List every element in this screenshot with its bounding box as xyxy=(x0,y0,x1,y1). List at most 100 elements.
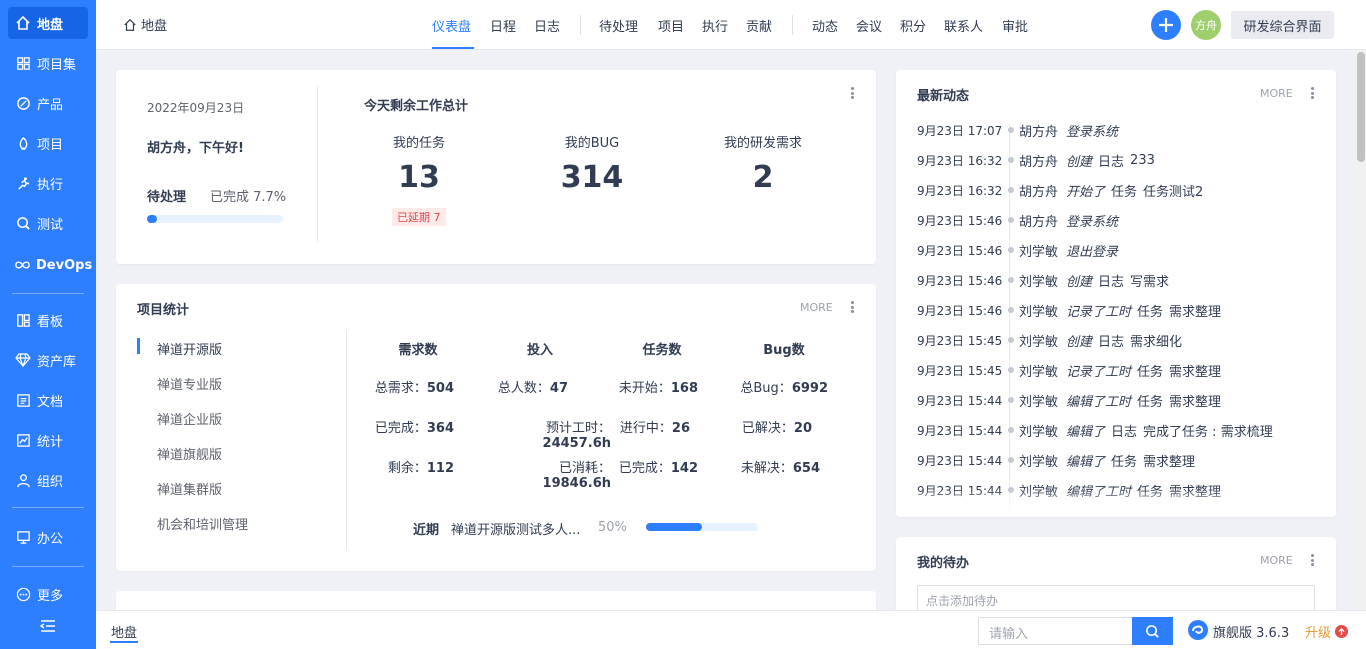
card-menu-icon[interactable] xyxy=(1307,552,1317,568)
sidebar-item-kanban[interactable]: 看板 xyxy=(8,304,88,336)
timeline-dot xyxy=(1008,277,1014,283)
dynamics-object-link[interactable]: 需求整理 xyxy=(1143,451,1195,470)
upgrade-label: 升级 xyxy=(1305,626,1332,641)
dynamics-row: 9月23日 15:44 刘学敏编辑了工时任务需求整理 xyxy=(917,390,1336,410)
dynamics-action: 登录系统 xyxy=(1066,214,1119,230)
dynamics-object-type: 日志 xyxy=(1098,274,1125,290)
tab-approval[interactable]: 审批 xyxy=(1002,16,1028,35)
stat-cell: 已解决：20 xyxy=(741,421,812,436)
tab-project[interactable]: 项目 xyxy=(658,16,684,35)
project-icon xyxy=(14,134,32,152)
tab-points[interactable]: 积分 xyxy=(900,16,926,35)
sidebar-item-label: 产品 xyxy=(37,97,64,113)
recent-execution-link[interactable]: 禅道开源版测试多人... xyxy=(451,519,580,538)
avatar[interactable]: 方舟 xyxy=(1191,10,1221,40)
tab-calendar[interactable]: 日程 xyxy=(490,16,516,35)
sidebar-item-devops[interactable]: DevOps xyxy=(8,249,92,281)
user-icon xyxy=(14,471,32,489)
page-scrollbar[interactable] xyxy=(1356,50,1366,610)
dynamics-user: 刘学敏 xyxy=(1019,454,1059,470)
dynamics-user: 刘学敏 xyxy=(1019,424,1059,440)
recent-progress-bar xyxy=(646,523,758,531)
footer-breadcrumb[interactable]: 地盘 xyxy=(111,622,137,641)
welcome-divider xyxy=(317,86,318,242)
dynamics-row: 9月23日 15:44 刘学敏 编辑了 任务 需求整理 xyxy=(917,450,1336,470)
tab-meeting[interactable]: 会议 xyxy=(856,16,882,35)
dynamics-user: 胡方舟 xyxy=(1019,184,1059,200)
scrollbar-thumb[interactable] xyxy=(1357,52,1365,162)
create-button[interactable] xyxy=(1151,10,1181,40)
dynamics-action: 登录系统 xyxy=(1066,124,1119,140)
project-item[interactable]: 禅道旗舰版 xyxy=(157,444,222,463)
dynamics-action: 创建 xyxy=(1066,274,1093,290)
dynamics-time: 9月23日 15:46 xyxy=(917,213,1003,228)
card-menu-icon[interactable] xyxy=(847,85,857,101)
sidebar-item-label: 地盘 xyxy=(37,17,64,33)
search-input[interactable]: 请输入 xyxy=(978,617,1133,645)
delayed-badge[interactable]: 已延期 7 xyxy=(392,208,446,226)
dynamics-object-type: 日志 xyxy=(1111,424,1138,440)
dynamics-object-link[interactable]: 任务测试2 xyxy=(1143,181,1203,200)
dynamics-object-link[interactable]: 233 xyxy=(1130,153,1155,168)
summary-title: 今天剩余工作总计 xyxy=(364,99,469,114)
tab-pending[interactable]: 待处理 xyxy=(599,16,638,35)
my-tasks-count[interactable]: 13 xyxy=(359,160,479,195)
sidebar-item-project[interactable]: 项目 xyxy=(8,127,88,159)
dynamics-time: 9月23日 15:44 xyxy=(917,453,1003,468)
tab-contacts[interactable]: 联系人 xyxy=(944,16,983,35)
sidebar-item-label: 看板 xyxy=(37,314,64,330)
dynamics-user: 刘学敏 xyxy=(1019,304,1059,320)
sidebar-item-doc[interactable]: 文档 xyxy=(8,384,88,416)
more-link[interactable]: MORE xyxy=(1260,554,1293,567)
dynamics-object-link[interactable]: 完成了任务 : 需求梳理 xyxy=(1143,421,1273,440)
sidebar-item-org[interactable]: 组织 xyxy=(8,464,88,496)
home-icon xyxy=(124,18,136,31)
project-item[interactable]: 禅道开源版 xyxy=(157,339,222,358)
dynamics-object-type: 任务 xyxy=(1137,304,1164,320)
sidebar-item-test[interactable]: 测试 xyxy=(8,207,88,239)
recent-label: 近期 xyxy=(413,523,440,538)
search-button[interactable] xyxy=(1132,617,1173,645)
sidebar-item-program[interactable]: 项目集 xyxy=(8,47,88,79)
sidebar-item-stats[interactable]: 统计 xyxy=(8,424,88,456)
sidebar-item-product[interactable]: 产品 xyxy=(8,87,88,119)
more-link[interactable]: MORE xyxy=(800,301,833,314)
project-item[interactable]: 禅道集群版 xyxy=(157,479,222,498)
ui-switch-button[interactable]: 研发综合界面 xyxy=(1231,11,1334,39)
project-item[interactable]: 机会和培训管理 xyxy=(157,514,248,533)
collapse-menu-icon[interactable] xyxy=(38,616,58,636)
more-link[interactable]: MORE xyxy=(1260,87,1293,100)
my-stories-count[interactable]: 2 xyxy=(703,160,823,195)
dynamics-time: 9月23日 15:44 xyxy=(917,393,1003,408)
tab-execution[interactable]: 执行 xyxy=(702,16,728,35)
dynamics-object-link[interactable]: 写需求 xyxy=(1130,271,1169,290)
project-item[interactable]: 禅道专业版 xyxy=(157,374,222,393)
card-menu-icon[interactable] xyxy=(847,299,857,315)
dynamics-object-type: 日志 xyxy=(1098,334,1125,350)
timeline-dot xyxy=(1008,397,1014,403)
diamond-icon xyxy=(14,351,32,369)
sidebar-divider xyxy=(12,566,84,567)
dynamics-object-link[interactable]: 需求整理 xyxy=(1169,361,1221,380)
dynamics-object-link[interactable]: 需求整理 xyxy=(1169,391,1221,410)
dynamics-object-link[interactable]: 需求细化 xyxy=(1130,331,1182,350)
sidebar-item-execution[interactable]: 执行 xyxy=(8,167,88,199)
welcome-card: 2022年09月23日 胡方舟，下午好! 待处理 已完成 7.7% 今天剩余工作… xyxy=(116,70,876,264)
breadcrumb[interactable]: 地盘 xyxy=(123,15,167,34)
tab-dynamics[interactable]: 动态 xyxy=(812,16,838,35)
card-menu-icon[interactable] xyxy=(1307,85,1317,101)
upgrade-button[interactable]: 升级 xyxy=(1305,622,1349,641)
sidebar-item-assets[interactable]: 资产库 xyxy=(8,344,88,376)
timeline-dot xyxy=(1008,337,1014,343)
project-item[interactable]: 禅道企业版 xyxy=(157,409,222,428)
tab-contribution[interactable]: 贡献 xyxy=(746,16,772,35)
sidebar-item-office[interactable]: 办公 xyxy=(8,521,88,553)
sidebar-item-dashboard[interactable]: 地盘 xyxy=(8,7,88,39)
my-bugs-count[interactable]: 314 xyxy=(532,160,652,195)
column-header-investment: 投入 xyxy=(526,343,553,358)
tab-log[interactable]: 日志 xyxy=(534,16,560,35)
timeline-dot xyxy=(1008,217,1014,223)
tab-dashboard[interactable]: 仪表盘 xyxy=(432,16,471,35)
dynamics-object-link[interactable]: 需求整理 xyxy=(1169,301,1221,320)
sidebar-item-more[interactable]: 更多 xyxy=(8,578,88,610)
